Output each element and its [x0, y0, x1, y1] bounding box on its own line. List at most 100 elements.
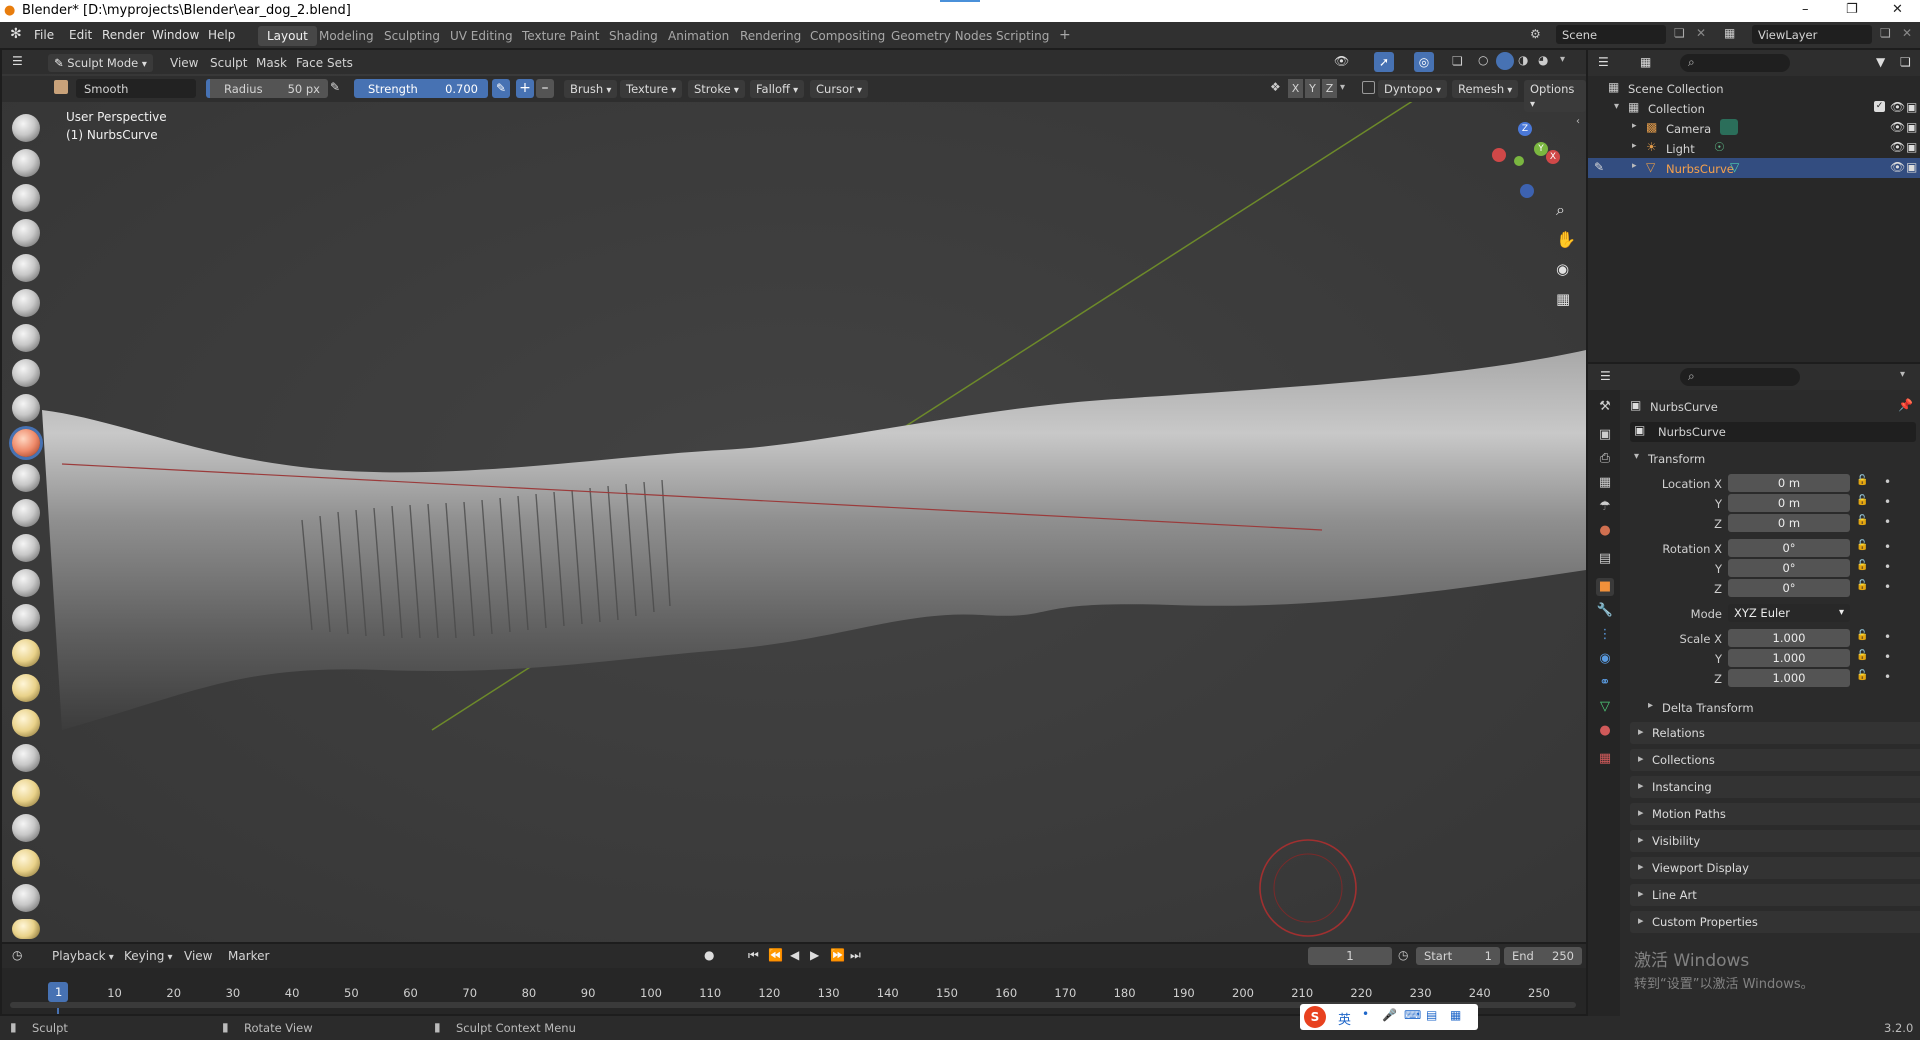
- lock-icon[interactable]: 🔓: [1856, 495, 1868, 506]
- close-button[interactable]: ✕: [1892, 2, 1903, 17]
- camera-data-icon[interactable]: [1720, 119, 1738, 135]
- outliner-row-nurbscurve[interactable]: ✎ ▸ ▽ NurbsCurve ▽ 👁 ▣: [1588, 158, 1920, 178]
- mesh-data-icon[interactable]: ▽: [1730, 160, 1739, 174]
- panel-relations[interactable]: ▸ Relations: [1630, 722, 1920, 744]
- ime-skin-icon[interactable]: ▤: [1426, 1008, 1437, 1022]
- ime-language[interactable]: 英: [1338, 1009, 1351, 1028]
- panel-expand-icon[interactable]: ▸: [1638, 806, 1644, 819]
- stroke-menu[interactable]: Stroke: [688, 80, 745, 98]
- tab-sculpting[interactable]: Sculpting: [375, 26, 449, 46]
- menu-edit[interactable]: Edit: [69, 28, 92, 42]
- tab-geometry-nodes[interactable]: Geometry Nodes: [882, 26, 1001, 46]
- collection-tab-icon[interactable]: ▤: [1596, 550, 1614, 568]
- display-mode-icon[interactable]: ▦: [1640, 55, 1651, 69]
- editor-type-icon[interactable]: ☰: [12, 54, 23, 68]
- auto-keying-icon[interactable]: ●: [704, 948, 714, 962]
- tab-uv-editing[interactable]: UV Editing: [441, 26, 522, 46]
- tool-inflate-icon[interactable]: [12, 324, 40, 352]
- scene-selector[interactable]: Scene: [1556, 25, 1666, 44]
- collection-render-icon[interactable]: ▣: [1906, 100, 1917, 114]
- play-icon[interactable]: ▶: [810, 948, 819, 962]
- tool-boundary-icon[interactable]: [12, 919, 40, 939]
- tab-modeling[interactable]: Modeling: [310, 26, 383, 46]
- menu-timeline-view[interactable]: View: [184, 949, 212, 963]
- jump-keyframe-forward-icon[interactable]: ⏩: [830, 948, 845, 962]
- tool-draw-sharp-icon[interactable]: [12, 149, 40, 177]
- rotation-z-field[interactable]: 0°: [1728, 579, 1850, 597]
- light-visibility-icon[interactable]: 👁: [1890, 140, 1905, 154]
- ime-punct-icon[interactable]: •: [1362, 1007, 1369, 1021]
- panel-motion-paths[interactable]: ▸ Motion Paths: [1630, 803, 1920, 825]
- remesh-menu[interactable]: Remesh: [1452, 80, 1519, 98]
- expand-light-icon[interactable]: ▸: [1632, 141, 1637, 151]
- lock-icon[interactable]: 🔓: [1856, 650, 1868, 661]
- expand-camera-icon[interactable]: ▸: [1632, 121, 1637, 131]
- physics-tab-icon[interactable]: ◉: [1596, 650, 1614, 668]
- blender-menu-icon[interactable]: ✻: [10, 26, 22, 42]
- keyframe-dot-icon[interactable]: •: [1884, 630, 1891, 644]
- tool-clay-strips-icon[interactable]: [12, 219, 40, 247]
- menu-window[interactable]: Window: [152, 28, 199, 42]
- current-frame-field[interactable]: 1: [1308, 947, 1392, 965]
- lock-icon[interactable]: 🔓: [1856, 580, 1868, 591]
- tool-fill-icon[interactable]: [12, 499, 40, 527]
- render-tab-icon[interactable]: ▣: [1596, 426, 1614, 444]
- brush-name-field[interactable]: Smooth: [76, 79, 196, 98]
- restore-button[interactable]: ❐: [1846, 2, 1858, 17]
- keyframe-dot-icon[interactable]: •: [1884, 650, 1891, 664]
- nurbscurve-render-icon[interactable]: ▣: [1906, 160, 1917, 174]
- scale-y-field[interactable]: 1.000: [1728, 649, 1850, 667]
- tool-blob-icon[interactable]: [12, 359, 40, 387]
- material-tab-icon[interactable]: ●: [1596, 722, 1614, 740]
- gizmo-x-axis[interactable]: X: [1546, 150, 1560, 164]
- add-workspace-button[interactable]: +: [1050, 24, 1080, 46]
- ortho-grid-icon[interactable]: ▦: [1556, 290, 1570, 308]
- panel-visibility[interactable]: ▸ Visibility: [1630, 830, 1920, 852]
- scene-tab-icon[interactable]: ☂: [1596, 498, 1614, 516]
- camera-render-icon[interactable]: ▣: [1906, 120, 1917, 134]
- xray-toggle-icon[interactable]: ❏: [1452, 54, 1463, 68]
- outliner-row-collection[interactable]: ▾ ▦ Collection ✓ 👁 ▣: [1588, 98, 1920, 118]
- start-frame-field[interactable]: Start 1: [1416, 947, 1500, 965]
- new-scene-icon[interactable]: ❏: [1674, 26, 1685, 40]
- rotation-x-field[interactable]: 0°: [1728, 539, 1850, 557]
- scale-z-field[interactable]: 1.000: [1728, 669, 1850, 687]
- filter-icon[interactable]: ▼: [1876, 55, 1885, 69]
- collection-visibility-icon[interactable]: 👁: [1890, 100, 1905, 114]
- menu-file[interactable]: File: [34, 28, 54, 42]
- menu-face-sets[interactable]: Face Sets: [296, 56, 353, 70]
- panel-viewport-display[interactable]: ▸ Viewport Display: [1630, 857, 1920, 879]
- menu-playback[interactable]: Playback: [52, 949, 114, 963]
- light-render-icon[interactable]: ▣: [1906, 140, 1917, 154]
- options-menu[interactable]: Options: [1524, 80, 1586, 112]
- rotation-mode-select[interactable]: XYZ Euler ▾: [1728, 604, 1850, 622]
- modifier-tab-icon[interactable]: 🔧: [1596, 602, 1614, 620]
- dyntopo-menu[interactable]: Dyntopo: [1378, 80, 1448, 98]
- location-y-field[interactable]: 0 m: [1728, 494, 1850, 512]
- falloff-menu[interactable]: Falloff: [750, 80, 805, 98]
- menu-mask[interactable]: Mask: [256, 56, 287, 70]
- object-datablock-field[interactable]: ▣ NurbsCurve: [1630, 422, 1916, 442]
- data-tab-icon[interactable]: ▽: [1596, 698, 1614, 716]
- tab-compositing[interactable]: Compositing: [801, 26, 894, 46]
- tool-scrape-icon[interactable]: [12, 534, 40, 562]
- ime-tools-icon[interactable]: ▦: [1450, 1008, 1461, 1022]
- tool-layer-icon[interactable]: [12, 289, 40, 317]
- ime-voice-icon[interactable]: 🎤: [1382, 1008, 1397, 1022]
- minimize-button[interactable]: –: [1802, 2, 1809, 17]
- tab-rendering[interactable]: Rendering: [731, 26, 810, 46]
- properties-search-input[interactable]: ⌕: [1680, 368, 1800, 386]
- pan-hand-icon[interactable]: ✋: [1556, 230, 1576, 249]
- ime-keyboard-icon[interactable]: ⌨: [1404, 1008, 1421, 1022]
- tab-texture-paint[interactable]: Texture Paint: [513, 26, 608, 46]
- tool-thumb-icon[interactable]: [12, 744, 40, 772]
- panel-line-art[interactable]: ▸ Line Art: [1630, 884, 1920, 906]
- tool-smooth-icon[interactable]: [12, 429, 40, 457]
- outliner-editor-type-icon[interactable]: ☰: [1598, 55, 1609, 69]
- ime-logo-icon[interactable]: S: [1304, 1006, 1326, 1028]
- panel-collections[interactable]: ▸ Collections: [1630, 749, 1920, 771]
- direction-add-button[interactable]: +: [516, 79, 534, 98]
- gizmo-neg-x-axis[interactable]: [1492, 148, 1506, 162]
- properties-editor-type-icon[interactable]: ☰: [1600, 369, 1611, 383]
- rotation-y-field[interactable]: 0°: [1728, 559, 1850, 577]
